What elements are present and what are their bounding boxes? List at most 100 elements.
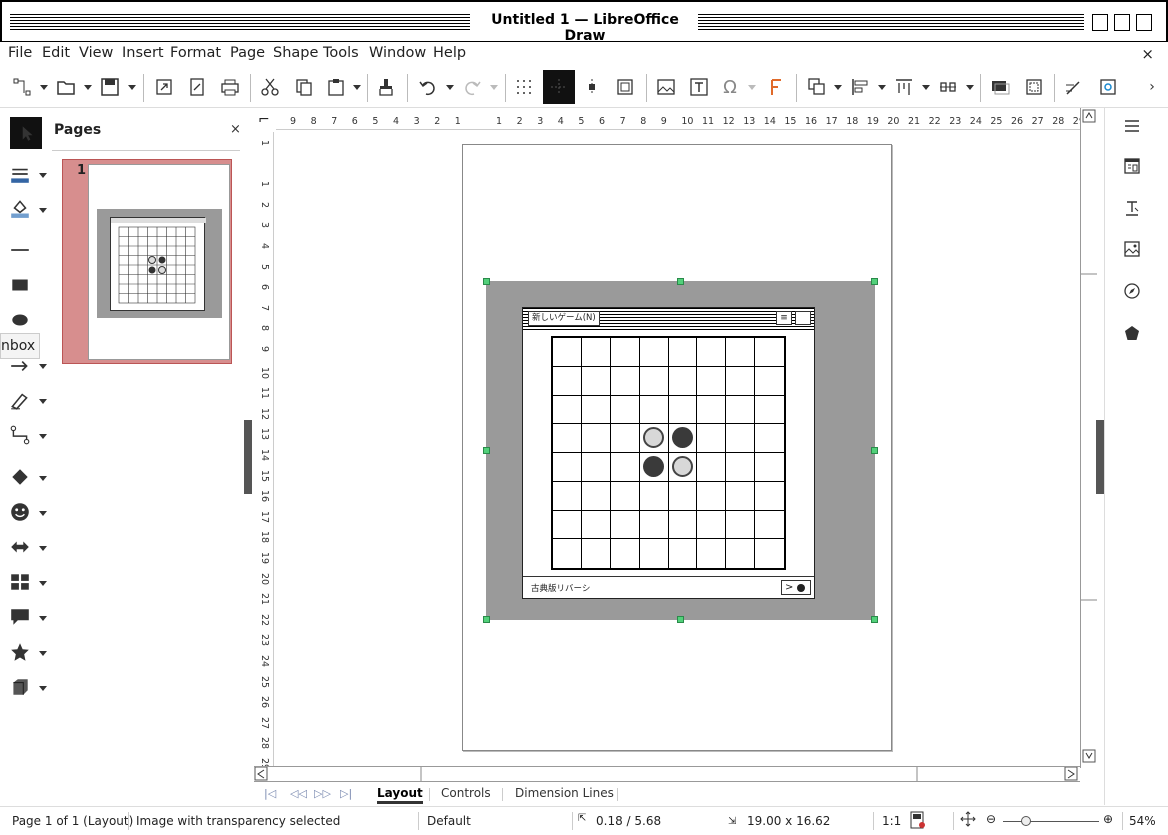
basic-shapes-icon[interactable] [8, 465, 32, 489]
selection-handle[interactable] [871, 447, 878, 454]
paste-icon[interactable] [324, 75, 348, 99]
status-zoom[interactable]: 54% [1129, 814, 1156, 828]
close-window-button[interactable] [1136, 14, 1152, 31]
arrange-icon[interactable] [805, 75, 829, 99]
zoom-pan-icon[interactable] [613, 75, 637, 99]
selection-handle[interactable] [483, 278, 490, 285]
vertical-ruler[interactable]: 1 1 2 3 4 5 6 7 8 9 10 11 12 13 14 15 16 17 18 19 20 21 22 23 24… [256, 132, 274, 770]
page-thumbnail[interactable]: 1 [62, 159, 232, 364]
styles-icon[interactable] [1122, 198, 1142, 218]
glue-points-icon[interactable] [1096, 75, 1120, 99]
selection-handle[interactable] [483, 616, 490, 623]
align-top-icon[interactable] [892, 75, 916, 99]
properties-icon[interactable] [1122, 156, 1142, 176]
print-icon[interactable] [218, 75, 242, 99]
menu-edit[interactable]: Edit [42, 45, 70, 61]
menu-insert[interactable]: Insert [122, 45, 164, 61]
helplines-while-moving-icon[interactable] [543, 70, 575, 104]
selection-handle[interactable] [677, 616, 684, 623]
chevron-down-icon[interactable] [84, 85, 92, 90]
chevron-down-icon[interactable] [39, 173, 47, 178]
maximize-button[interactable] [1114, 14, 1130, 31]
line-icon[interactable] [8, 238, 32, 262]
navigator-icon[interactable] [1122, 281, 1142, 301]
chevron-down-icon[interactable] [39, 686, 47, 691]
chevron-down-icon[interactable] [39, 616, 47, 621]
chevron-down-icon[interactable] [40, 85, 48, 90]
menu-help[interactable]: Help [433, 45, 466, 61]
zoom-out-icon[interactable]: ⊖ [986, 812, 996, 826]
cut-icon[interactable] [258, 75, 282, 99]
chevron-down-icon[interactable] [490, 85, 498, 90]
export-pdf-icon[interactable] [185, 75, 209, 99]
chevron-down-icon[interactable] [39, 399, 47, 404]
rectangle-icon[interactable] [8, 273, 32, 297]
tab-controls[interactable]: Controls [441, 786, 491, 800]
shapes-icon[interactable] [1122, 323, 1142, 343]
sidebar-menu-icon[interactable] [1122, 116, 1142, 136]
menu-window[interactable]: Window [369, 45, 426, 61]
close-document-button[interactable]: × [1141, 45, 1154, 63]
clone-formatting-icon[interactable] [374, 75, 398, 99]
chevron-down-icon[interactable] [922, 85, 930, 90]
selection-handle[interactable] [677, 278, 684, 285]
menu-view[interactable]: View [79, 45, 113, 61]
selection-handle[interactable] [871, 278, 878, 285]
crop-icon[interactable] [1022, 75, 1046, 99]
chevron-down-icon[interactable] [39, 581, 47, 586]
3d-objects-icon[interactable] [8, 675, 32, 699]
menu-file[interactable]: File [8, 45, 32, 61]
status-page[interactable]: Page 1 of 1 (Layout) [12, 814, 133, 828]
block-arrows-icon[interactable] [8, 535, 32, 559]
zoom-slider-knob[interactable] [1021, 816, 1031, 826]
selection-handle[interactable] [871, 616, 878, 623]
chevron-down-icon[interactable] [39, 546, 47, 551]
toolbar-overflow-icon[interactable]: › [1140, 75, 1164, 99]
fontwork-icon[interactable] [764, 75, 788, 99]
status-scale[interactable]: 1:1 [882, 814, 901, 828]
connectors-icon[interactable] [8, 423, 32, 447]
horizontal-scrollbar[interactable] [254, 766, 1080, 782]
chevron-down-icon[interactable] [353, 85, 361, 90]
tab-layout[interactable]: Layout [377, 786, 423, 804]
chevron-down-icon[interactable] [446, 85, 454, 90]
zoom-slider[interactable] [1003, 821, 1099, 822]
insert-image-icon[interactable] [654, 75, 678, 99]
redo-icon[interactable] [460, 75, 484, 99]
transformations-icon[interactable] [10, 75, 34, 99]
align-objects-icon[interactable] [848, 75, 872, 99]
line-color-icon[interactable] [8, 162, 32, 186]
selection-mode-icon[interactable] [960, 811, 976, 830]
gallery-icon[interactable] [1122, 239, 1142, 259]
last-tab-icon[interactable]: ▷| [340, 787, 352, 800]
chevron-down-icon[interactable] [39, 364, 47, 369]
chevron-down-icon[interactable] [878, 85, 886, 90]
minimize-button[interactable] [1092, 14, 1108, 31]
menu-tools[interactable]: Tools [323, 45, 359, 61]
grid-icon[interactable] [512, 75, 536, 99]
collapse-sidebar-handle[interactable] [1096, 420, 1104, 494]
previous-tab-icon[interactable]: ◁◁ [290, 787, 307, 800]
open-icon[interactable] [54, 75, 78, 99]
snap-guides-icon[interactable] [580, 75, 604, 99]
tab-dimension-lines[interactable]: Dimension Lines [515, 786, 614, 800]
window-titlebar[interactable]: Untitled 1 — LibreOffice Draw [0, 0, 1168, 44]
distribute-icon[interactable] [936, 75, 960, 99]
chevron-down-icon[interactable] [39, 476, 47, 481]
copy-icon[interactable] [292, 75, 316, 99]
chevron-down-icon[interactable] [39, 434, 47, 439]
chevron-down-icon[interactable] [748, 85, 756, 90]
selection-handle[interactable] [483, 447, 490, 454]
flowchart-icon[interactable] [8, 570, 32, 594]
curves-polygons-icon[interactable] [8, 388, 32, 412]
first-tab-icon[interactable]: |◁ [264, 787, 276, 800]
smiley-icon[interactable] [8, 500, 32, 524]
points-edit-icon[interactable] [1062, 75, 1086, 99]
zoom-in-icon[interactable]: ⊕ [1103, 812, 1113, 826]
insert-textbox-icon[interactable] [687, 75, 711, 99]
menu-format[interactable]: Format [170, 45, 221, 61]
save-icon[interactable] [98, 75, 122, 99]
document-modified-icon[interactable] [908, 811, 926, 832]
chevron-down-icon[interactable] [128, 85, 136, 90]
select-icon[interactable] [10, 117, 42, 149]
